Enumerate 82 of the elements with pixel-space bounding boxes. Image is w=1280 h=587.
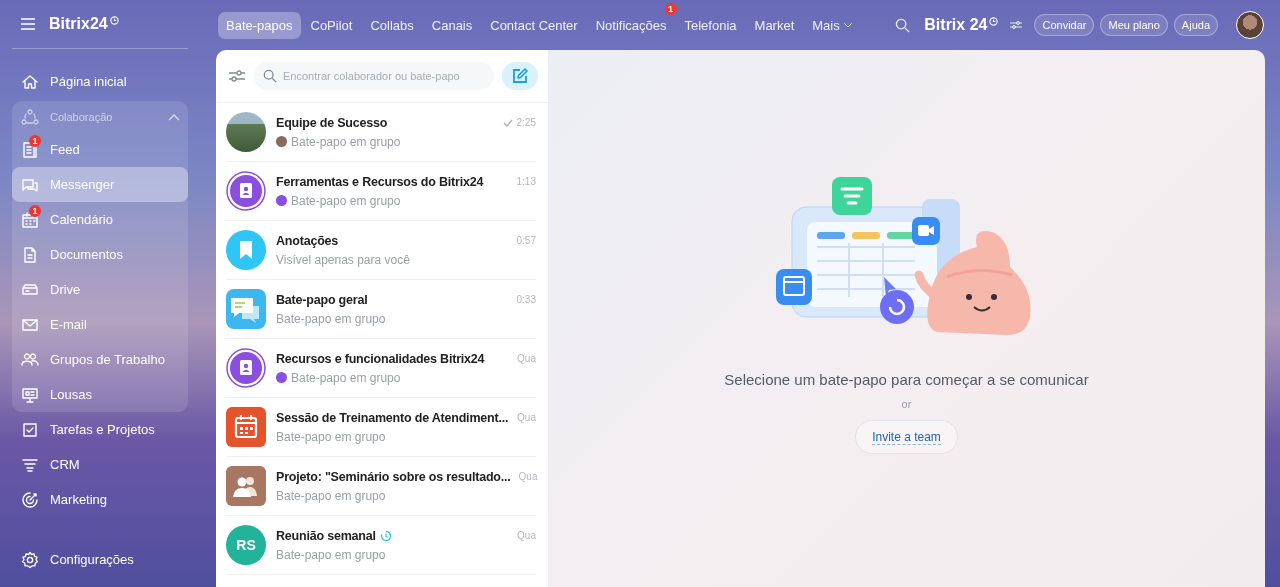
logo[interactable]: Bitrix24 bbox=[49, 15, 108, 33]
initials-avatar: RS bbox=[226, 525, 266, 565]
sidebar-item[interactable]: Grupos de Trabalho bbox=[12, 342, 188, 377]
chat-time: Qua bbox=[517, 412, 536, 423]
nav-tab[interactable]: Bate-papos bbox=[218, 11, 301, 39]
chat-subtitle: Bate-papo em grupo bbox=[276, 311, 386, 326]
news-list-icon bbox=[20, 139, 40, 160]
user-avatar[interactable] bbox=[1236, 11, 1264, 39]
chat-title: Recursos e funcionalidades Bitrix24 bbox=[276, 351, 485, 366]
notification-badge: 1 bbox=[664, 2, 677, 15]
chat-subtitle: Bate-papo em grupo bbox=[291, 193, 401, 208]
chat-title: Projeto: "Seminário sobre os resultado... bbox=[276, 469, 511, 484]
chat-item[interactable]: Bate-papo geral 0:33 Bate-papo em grupo bbox=[226, 280, 536, 339]
invite-team-button[interactable]: Invite a team bbox=[855, 420, 958, 454]
chat-item[interactable]: Equipe de Sucesso 2:25 Bate-papo em grupo bbox=[226, 103, 536, 162]
nav-tab[interactable]: Canais bbox=[423, 11, 481, 39]
header-button[interactable]: Convidar bbox=[1034, 14, 1095, 36]
chat-item[interactable]: Ferramentas e Recursos do Bitrix24 1:13 Bate-papo em grupo bbox=[226, 162, 536, 221]
search-icon[interactable] bbox=[895, 17, 911, 33]
network-icon bbox=[20, 106, 40, 127]
chat-title: Ferramentas e Recursos do Bitrix24 bbox=[276, 174, 484, 189]
nav-tab[interactable]: Contact Center bbox=[482, 11, 586, 39]
chat-subtitle: Bate-papo em grupo bbox=[291, 134, 401, 149]
chat-title: Reunião semanal bbox=[276, 528, 376, 543]
menu-icon[interactable] bbox=[20, 18, 36, 30]
sidebar-item[interactable]: 1 Feed bbox=[12, 132, 188, 167]
chat-time: 0:33 bbox=[516, 294, 536, 305]
chat-title: Equipe de Sucesso bbox=[276, 115, 388, 130]
chat-subtitle: Bate-papo em grupo bbox=[291, 370, 401, 385]
sidebar-item[interactable]: Documentos bbox=[12, 237, 188, 272]
clock-icon bbox=[989, 16, 999, 26]
notification-badge: 1 bbox=[29, 204, 41, 217]
chevron-up-icon bbox=[168, 112, 180, 121]
chat-time: 2:25 bbox=[516, 117, 536, 128]
chat-title: Sessão de Treinamento de Atendiment... bbox=[276, 410, 509, 425]
chat-title: Anotações bbox=[276, 233, 339, 248]
edit-icon bbox=[512, 68, 528, 84]
settings-icon bbox=[20, 549, 40, 570]
chat-time: 0:57 bbox=[516, 235, 536, 246]
chat-item[interactable]: Anotações 0:57 Visível apenas para você bbox=[226, 221, 536, 280]
sidebar-item[interactable]: Página inicial bbox=[12, 64, 188, 99]
sidebar-item[interactable]: CRM bbox=[12, 447, 188, 482]
sidebar-item[interactable]: Drive bbox=[12, 272, 188, 307]
notification-badge: 1 bbox=[29, 134, 41, 147]
nav-tab[interactable]: Mais bbox=[804, 11, 860, 39]
new-chat-button[interactable] bbox=[502, 62, 538, 90]
nav-tab[interactable]: Market bbox=[746, 11, 803, 39]
chat-title: Bate-papo geral bbox=[276, 292, 368, 307]
sidebar-item[interactable]: 1 Calendário bbox=[12, 202, 188, 237]
nav-tab[interactable]: Telefonia bbox=[676, 11, 745, 39]
calendar-icon bbox=[20, 209, 40, 230]
filter-icon[interactable] bbox=[228, 69, 246, 83]
nav-tab[interactable]: Collabs bbox=[362, 11, 422, 39]
empty-state-message: Selecione um bate-papo para começar a se comunicar bbox=[724, 371, 1089, 388]
sidebar-item[interactable]: Marketing bbox=[12, 482, 188, 517]
chat-time: Qua bbox=[517, 353, 536, 364]
sidebar-group-header[interactable]: Colaboração bbox=[12, 101, 188, 132]
nav-tab[interactable]: CoPilot bbox=[302, 11, 361, 39]
search-icon bbox=[263, 69, 277, 83]
chat-item[interactable]: Projeto: "Seminário sobre os resultado... Qua Bate-papo em grupo bbox=[226, 457, 536, 516]
chat-subtitle: Visível apenas para você bbox=[276, 252, 410, 267]
search-field[interactable]: Encontrar colaborador ou bate-papo bbox=[254, 62, 494, 90]
target-icon bbox=[20, 489, 40, 510]
separator-text: or bbox=[901, 398, 912, 410]
chat-item[interactable]: Sessão de Treinamento de Atendiment... Qua Bate-papo em grupo bbox=[226, 398, 536, 457]
logo[interactable]: Bitrix 24 bbox=[924, 16, 988, 34]
sliders-icon[interactable] bbox=[1010, 20, 1023, 30]
sidebar-item[interactable]: E-mail bbox=[12, 307, 188, 342]
chat-subtitle: Bate-papo em grupo bbox=[276, 429, 386, 444]
chat-subtitle: Bate-papo em grupo bbox=[276, 488, 386, 503]
chat-item[interactable]: RS Reunião semanal Qua Bate-papo em grupo bbox=[226, 516, 536, 575]
chat-item[interactable]: Recursos e funcionalidades Bitrix24 Qua Bate-papo em grupo bbox=[226, 339, 536, 398]
chat-time: Qua bbox=[517, 530, 536, 541]
chat-subtitle: Bate-papo em grupo bbox=[276, 547, 386, 562]
header-button[interactable]: Meu plano bbox=[1100, 14, 1168, 36]
clock-icon bbox=[109, 15, 119, 25]
header-button[interactable]: Ajuda bbox=[1173, 14, 1218, 36]
chat-time: 1:13 bbox=[516, 176, 536, 187]
settings-link[interactable]: Configurações bbox=[12, 542, 188, 577]
chat-time: Qua bbox=[518, 471, 538, 482]
sidebar-item[interactable]: Tarefas e Projetos bbox=[12, 412, 188, 447]
sidebar-item[interactable]: Lousas bbox=[12, 377, 188, 412]
